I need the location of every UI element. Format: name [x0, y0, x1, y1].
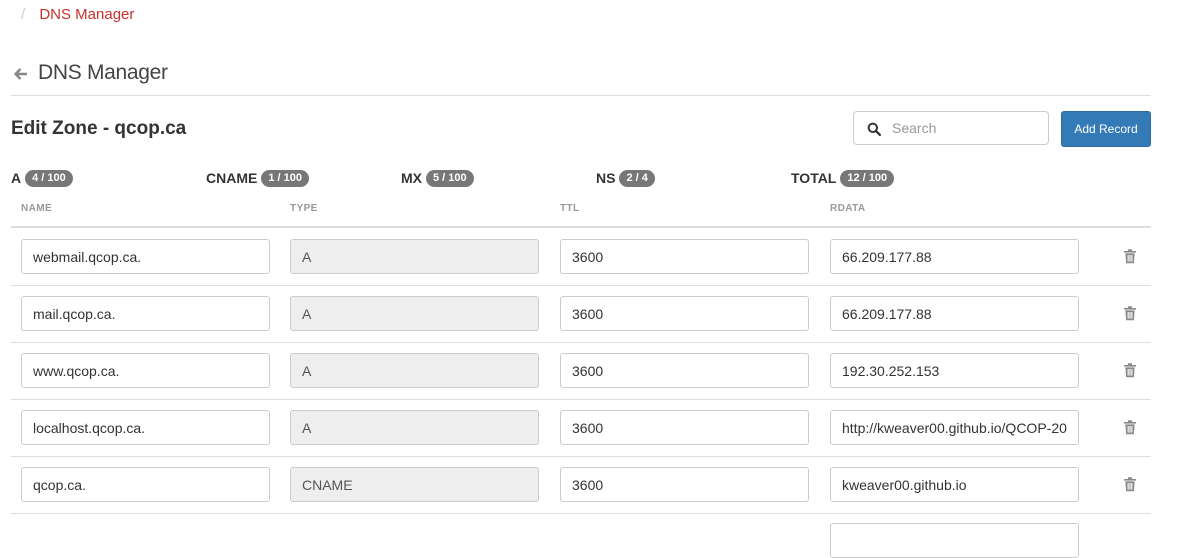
record-name-input[interactable] [21, 239, 270, 274]
search-box [853, 111, 1049, 145]
record-rdata-input[interactable] [830, 467, 1079, 502]
breadcrumb: / DNS Manager [21, 6, 134, 23]
trash-icon[interactable] [1123, 477, 1137, 492]
counter-label: MX [401, 170, 422, 186]
record-row [11, 285, 1151, 343]
record-type-input [290, 296, 539, 331]
record-ttl-input[interactable] [560, 239, 809, 274]
counter-badge: 12 / 100 [840, 169, 895, 187]
record-rdata-input[interactable] [830, 296, 1079, 331]
counter-total: TOTAL 12 / 100 [791, 169, 895, 187]
record-type-input [290, 410, 539, 445]
record-rdata-input[interactable] [830, 523, 1079, 558]
counter-badge: 5 / 100 [426, 169, 474, 187]
counter-badge: 2 / 4 [619, 169, 655, 187]
counter-ns: NS 2 / 4 [596, 169, 655, 187]
record-type-input [290, 467, 539, 502]
counter-label: CNAME [206, 170, 258, 186]
counter-label: TOTAL [791, 170, 837, 186]
record-ttl-input[interactable] [560, 467, 809, 502]
record-type-input [290, 353, 539, 388]
record-name-input[interactable] [21, 296, 270, 331]
record-row [11, 456, 1151, 514]
counter-badge: 1 / 100 [261, 169, 309, 187]
counter-a: A4 / 100 [11, 169, 73, 187]
record-name-input[interactable] [21, 353, 270, 388]
counter-label: A [11, 170, 22, 186]
record-ttl-input[interactable] [560, 296, 809, 331]
trash-icon[interactable] [1123, 363, 1137, 378]
record-rdata-input[interactable] [830, 239, 1079, 274]
arrow-left-icon [14, 68, 27, 80]
page-title: DNS Manager [38, 61, 168, 84]
zone-title: Edit Zone - qcop.ca [11, 118, 187, 139]
record-row [11, 342, 1151, 400]
record-row-partial [11, 513, 1151, 558]
column-header-rdata: RDATA [830, 203, 866, 214]
counter-badge: 4 / 100 [25, 169, 73, 187]
record-row [11, 228, 1151, 286]
counter-label: NS [596, 170, 616, 186]
trash-icon[interactable] [1123, 306, 1137, 321]
trash-icon[interactable] [1123, 420, 1137, 435]
counter-mx: MX 5 / 100 [401, 169, 474, 187]
add-record-button[interactable]: Add Record [1061, 111, 1151, 147]
search-input[interactable] [892, 112, 1042, 144]
record-ttl-input[interactable] [560, 353, 809, 388]
breadcrumb-separator: / [21, 6, 26, 23]
column-header-ttl: TTL [560, 203, 580, 214]
record-rdata-input[interactable] [830, 410, 1079, 445]
column-header-type: TYPE [290, 203, 318, 214]
search-icon [867, 122, 881, 136]
record-name-input[interactable] [21, 410, 270, 445]
record-name-input[interactable] [21, 467, 270, 502]
breadcrumb-link-dns-manager[interactable]: DNS Manager [39, 6, 134, 23]
record-ttl-input[interactable] [560, 410, 809, 445]
record-type-input [290, 239, 539, 274]
column-header-name: NAME [21, 203, 53, 214]
record-rdata-input[interactable] [830, 353, 1079, 388]
record-row [11, 399, 1151, 457]
counter-cname: CNAME 1 / 100 [206, 169, 309, 187]
trash-icon[interactable] [1123, 249, 1137, 264]
page-header: DNS Manager [11, 60, 1151, 96]
